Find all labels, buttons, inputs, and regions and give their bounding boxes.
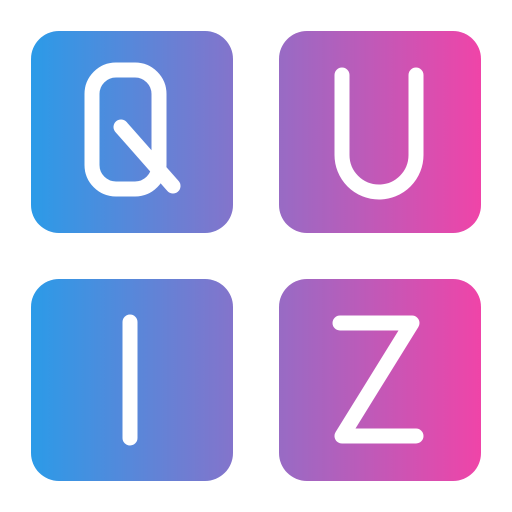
tile-i bbox=[31, 279, 233, 481]
tile-u bbox=[279, 31, 481, 233]
tile-z bbox=[279, 279, 481, 481]
tile-q bbox=[31, 31, 233, 233]
quiz-logo bbox=[0, 0, 512, 512]
tile-u-background bbox=[279, 31, 481, 233]
quiz-tiles-graphic bbox=[31, 31, 481, 481]
